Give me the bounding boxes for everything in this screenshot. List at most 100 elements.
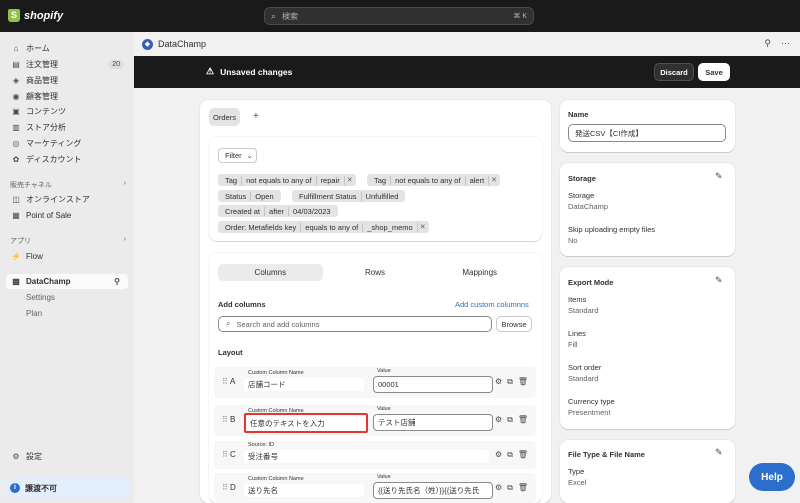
gear-icon[interactable]: ⚙ [495, 483, 502, 493]
filter-chip[interactable]: Status Open [218, 190, 281, 202]
notice-label: 譲渡不可 [25, 483, 57, 493]
column-search-input[interactable]: ⌕ Search and add columns [218, 316, 492, 332]
tab-rows[interactable]: Rows [323, 264, 428, 281]
sidebar-item-label: オンラインストア [26, 195, 90, 204]
filter-field: Tag [221, 175, 243, 185]
sidebar: ⌂ ホーム ▤ 注文管理 20 ◈ 商品管理 ◉ 顧客管理 ▣ コンテンツ ▥ … [0, 32, 134, 503]
sidebar-item-online-store[interactable]: ◫ オンラインストア [6, 192, 128, 207]
sidebar-item-products[interactable]: ◈ 商品管理 [6, 73, 128, 88]
value-label: Value [377, 406, 391, 412]
sidebar-subitem-settings[interactable]: Settings [26, 293, 55, 302]
value-field[interactable]: 00001 [373, 376, 493, 393]
search-icon: ⌕ [226, 319, 231, 328]
filter-chip[interactable]: Order: Metafields key equals to any of _… [218, 221, 429, 233]
sidebar-item-flow[interactable]: ⚡ Flow [6, 249, 128, 264]
sidebar-item-label: 顧客管理 [26, 92, 58, 101]
sidebar-item-content[interactable]: ▣ コンテンツ [6, 104, 128, 119]
delete-icon[interactable]: 🗑 [518, 483, 528, 493]
skip-empty-label: Skip uploading empty files [568, 225, 656, 234]
gear-icon[interactable]: ⚙ [495, 377, 502, 387]
filter-chip[interactable]: Tag not equals to any of alert ✕ [367, 174, 501, 186]
sidebar-item-datachamp[interactable]: ▩ DataChamp ⚲ [6, 274, 128, 289]
export-name-input[interactable]: 発送CSV【CI作成】 [568, 124, 726, 142]
filter-value: Open [255, 191, 274, 201]
help-button[interactable]: Help [749, 463, 795, 491]
tab-mappings[interactable]: Mappings [427, 264, 532, 281]
filter-chip[interactable]: Created at after 04/03/2023 [218, 205, 338, 217]
lines-label: Lines [568, 329, 586, 338]
delete-icon[interactable]: 🗑 [518, 377, 528, 387]
sidebar-item-orders[interactable]: ▤ 注文管理 20 [6, 57, 128, 72]
currency-type-value: Presentment [568, 408, 611, 417]
add-tab-button[interactable]: + [253, 111, 259, 122]
column-name-field[interactable]: 店舗コード [244, 378, 364, 391]
remove-filter-icon[interactable]: ✕ [345, 176, 353, 184]
column-name-field[interactable]: 送り先名 [244, 484, 364, 497]
column-name-field[interactable]: 任意のテキストを入力 [244, 413, 368, 433]
filter-operator: not equals to any of [391, 175, 466, 185]
shopify-bag-icon: S [8, 9, 20, 22]
filter-chip[interactable]: Tag not equals to any of repair ✕ [218, 174, 356, 186]
drag-handle-icon[interactable]: ⠿ [222, 483, 228, 492]
sidebar-item-label: Flow [26, 252, 43, 261]
sidebar-item-settings[interactable]: ⚙ 設定 [6, 449, 128, 464]
tab-columns[interactable]: Columns [218, 264, 323, 281]
delete-icon[interactable]: 🗑 [518, 450, 528, 460]
storage-value: DataChamp [568, 202, 609, 211]
brand-name: shopify [24, 9, 64, 22]
global-search[interactable]: ⌕ 検索 ⌘ K [264, 7, 534, 25]
pin-icon[interactable]: ⚲ [110, 276, 124, 287]
orders-count-badge: 20 [108, 60, 124, 69]
value-field[interactable]: テスト店舗 [373, 414, 493, 431]
column-letter: C [230, 450, 236, 459]
flow-icon: ⚡ [11, 251, 21, 261]
edit-icon[interactable]: ✎ [715, 171, 723, 182]
value-field[interactable]: {{送り先氏名（姓）}}{{送り先氏 [373, 482, 493, 499]
discard-button[interactable]: Discard [654, 63, 694, 81]
sidebar-item-point-of-sale[interactable]: ▦ Point of Sale [6, 208, 128, 223]
duplicate-icon[interactable]: ⧉ [507, 450, 513, 460]
filter-field: Tag [370, 175, 392, 185]
filter-button[interactable]: Filter ⌄ [218, 148, 257, 163]
non-transferable-notice[interactable]: i 譲渡不可 [4, 478, 130, 498]
duplicate-icon[interactable]: ⧉ [507, 483, 513, 493]
drag-handle-icon[interactable]: ⠿ [222, 415, 228, 424]
column-letter: D [230, 483, 236, 492]
more-options-icon[interactable]: ⋯ [781, 38, 790, 49]
browse-button[interactable]: Browse [496, 316, 532, 332]
storage-heading: Storage [568, 174, 596, 183]
column-name-field[interactable]: 受注番号 [244, 450, 489, 463]
chevron-right-icon: › [123, 180, 126, 187]
duplicate-icon[interactable]: ⧉ [507, 377, 513, 387]
tab-orders[interactable]: Orders [209, 108, 240, 126]
sidebar-item-discounts[interactable]: ✿ ディスカウント [6, 152, 128, 167]
sidebar-item-home[interactable]: ⌂ ホーム [6, 41, 128, 56]
drag-handle-icon[interactable]: ⠿ [222, 377, 228, 386]
save-button[interactable]: Save [698, 63, 730, 81]
edit-icon[interactable]: ✎ [715, 447, 723, 458]
remove-filter-icon[interactable]: ✕ [418, 223, 426, 231]
sidebar-item-analytics[interactable]: ▥ ストア分析 [6, 120, 128, 135]
layout-row: ⠿ C Source: ID 受注番号 ⚙ ⧉ 🗑 [214, 441, 536, 469]
edit-icon[interactable]: ✎ [715, 275, 723, 286]
sidebar-subitem-plan[interactable]: Plan [26, 309, 42, 318]
products-icon: ◈ [12, 75, 20, 85]
delete-icon[interactable]: 🗑 [518, 415, 528, 425]
gear-icon[interactable]: ⚙ [495, 450, 502, 460]
duplicate-icon[interactable]: ⧉ [507, 415, 513, 425]
sidebar-item-customers[interactable]: ◉ 顧客管理 [6, 89, 128, 104]
shopify-logo[interactable]: S shopify [8, 9, 63, 22]
sales-channels-section[interactable]: 販売チャネル › [10, 180, 126, 190]
pin-icon[interactable]: ⚲ [764, 38, 771, 49]
app-header: ◆ DataChamp ⚲ ⋯ [134, 32, 800, 56]
sidebar-item-marketing[interactable]: ◎ マーケティング [6, 136, 128, 151]
sidebar-item-label: DataChamp [26, 277, 71, 286]
home-icon: ⌂ [13, 43, 19, 53]
apps-section[interactable]: アプリ › [10, 236, 126, 246]
pos-icon: ▦ [12, 210, 20, 220]
filter-chip[interactable]: Fulfillment Status Unfulfilled [292, 190, 406, 202]
gear-icon[interactable]: ⚙ [495, 415, 502, 425]
add-custom-columns-link[interactable]: Add custom columnns [455, 300, 529, 309]
remove-filter-icon[interactable]: ✕ [489, 176, 497, 184]
drag-handle-icon[interactable]: ⠿ [222, 450, 228, 459]
